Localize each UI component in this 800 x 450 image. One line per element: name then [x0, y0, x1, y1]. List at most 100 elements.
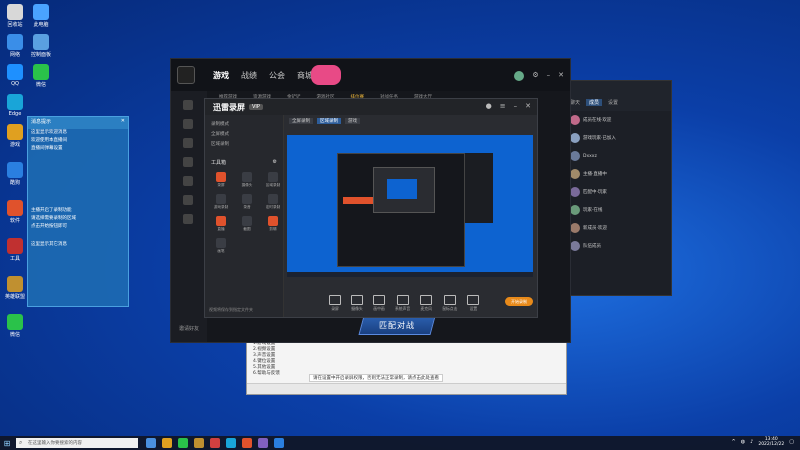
tool-button[interactable]: 剪辑 [263, 216, 283, 232]
tool-grid: 录屏 摄像头 区域录制游戏录制 录音 定时录制直播 截图 剪辑画笔 [205, 168, 283, 258]
sidebar-item[interactable] [183, 195, 193, 205]
invite-link[interactable]: 邀请好友 [179, 325, 199, 332]
desktop-icon[interactable]: 游戏 [2, 124, 28, 148]
start-match-button[interactable]: 匹配对战 [358, 316, 436, 335]
taskbar-app-icon[interactable] [226, 438, 236, 448]
tool-icon [216, 238, 226, 248]
list-item[interactable]: 主播·直播中 [567, 165, 671, 183]
settings-icon[interactable]: ⚙ [532, 71, 538, 81]
control-button[interactable]: 设置 [467, 295, 480, 312]
taskbar-app-icon[interactable] [210, 438, 220, 448]
list-item[interactable]: 玩家·在线 [567, 201, 671, 219]
desktop-icon[interactable]: 酷狗 [2, 162, 28, 186]
menu-icon[interactable]: ≡ [500, 102, 506, 110]
permission-notice[interactable]: 请在设置中开启录屏权限，否则无法正常录制，请点击此处查看 [309, 374, 443, 382]
sidebar-item[interactable] [183, 214, 193, 224]
close-icon[interactable]: ✕ [558, 71, 564, 81]
tool-button[interactable]: 区域录制 [263, 172, 283, 188]
desktop-icon[interactable]: 此电脑 [28, 4, 54, 28]
recorder-tab[interactable]: 游戏 [345, 118, 360, 124]
tool-label: 截图 [243, 227, 251, 231]
control-button[interactable]: 麦克风 [420, 295, 433, 312]
nav-item[interactable]: 游戏 [213, 70, 229, 81]
tool-button[interactable]: 定时录制 [263, 194, 283, 210]
list-item[interactable]: 6.帮助与反馈 [253, 371, 280, 377]
desktop-icon[interactable]: QQ [2, 64, 28, 87]
minimize-icon[interactable]: – [547, 71, 551, 81]
record-mode-item[interactable]: 全屏模式 [205, 129, 283, 139]
tab-2[interactable]: 设置 [608, 99, 618, 106]
settings-icon[interactable]: ⚙ [273, 159, 277, 166]
control-button[interactable]: 录屏 [329, 295, 341, 312]
promo-banner[interactable] [311, 65, 341, 85]
avatar[interactable]: ● [486, 102, 492, 110]
preview-panel [465, 153, 493, 223]
start-record-button[interactable]: 开始录制 [505, 297, 533, 306]
notification-icon[interactable]: ▢ [789, 439, 794, 445]
tool-button[interactable]: 游戏录制 [211, 194, 231, 210]
recorder-logo: 迅雷录屏 [213, 102, 245, 112]
tool-button[interactable]: 直播 [211, 216, 231, 232]
recorder-tab[interactable]: 全屏录制 [289, 118, 313, 124]
minimize-icon[interactable]: – [514, 102, 518, 110]
volume-icon[interactable]: ♪ [750, 439, 753, 445]
taskbar-app-icon[interactable] [162, 438, 172, 448]
taskbar-app-icon[interactable] [258, 438, 268, 448]
taskbar-app-icon[interactable] [146, 438, 156, 448]
network-icon[interactable]: ◍ [741, 439, 745, 445]
desktop-icon[interactable]: 微信 [2, 314, 28, 338]
avatar[interactable] [514, 71, 525, 81]
control-button[interactable]: 系统声音 [395, 295, 410, 312]
preview-taskbar [287, 272, 533, 277]
chevron-up-icon[interactable]: ^ [732, 439, 736, 445]
avatar [570, 151, 580, 161]
taskbar-app-icon[interactable] [194, 438, 204, 448]
sidebar-item[interactable] [183, 157, 193, 167]
clock[interactable]: 13:40 2022/12/22 [758, 437, 784, 447]
nav-item[interactable]: 公会 [269, 70, 285, 81]
control-button[interactable]: 画中画 [373, 295, 385, 312]
app-icon [33, 4, 49, 20]
list-item[interactable]: 新成员·欢迎 [567, 219, 671, 237]
list-item[interactable]: 匹配中·玩家 [567, 183, 671, 201]
desktop-icon[interactable]: 回收站 [2, 4, 28, 28]
sidebar-item[interactable] [183, 119, 193, 129]
tab-0[interactable]: 聊天 [570, 99, 580, 106]
close-icon[interactable]: ✕ [525, 102, 531, 110]
control-button[interactable]: 摄像头 [351, 295, 363, 312]
desktop-icon[interactable]: 工具 [2, 238, 28, 262]
record-mode-item[interactable]: 录制模式 [205, 119, 283, 129]
desktop-icon[interactable]: 控制面板 [28, 34, 54, 58]
desktop-icon[interactable]: Edge [2, 94, 28, 117]
sidebar-item[interactable] [183, 138, 193, 148]
taskbar-apps [146, 438, 284, 448]
tab-1[interactable]: 成员 [586, 99, 603, 106]
nav-item[interactable]: 战绩 [241, 70, 257, 81]
windows-start-icon[interactable]: ⊞ [0, 436, 14, 450]
desktop-icon-label: 网络 [9, 52, 20, 58]
desktop-icon[interactable]: 微信 [28, 64, 54, 88]
tool-button[interactable]: 录屏 [211, 172, 231, 188]
sidebar-item[interactable] [183, 100, 193, 110]
chat-line: 直播间弹幕设置 [31, 146, 63, 151]
control-button[interactable]: 鼠标点击 [442, 295, 457, 312]
list-item[interactable]: 游戏玩家·已加入 [567, 129, 671, 147]
taskbar-app-icon[interactable] [242, 438, 252, 448]
tool-button[interactable]: 录音 [237, 194, 257, 210]
tool-button[interactable]: 摄像头 [237, 172, 257, 188]
taskbar-app-icon[interactable] [274, 438, 284, 448]
list-item[interactable]: Dxxxz [567, 147, 671, 165]
list-item[interactable]: 队伍成员 [567, 237, 671, 255]
record-mode-item[interactable]: 区域录制 [205, 139, 283, 149]
recorder-tab[interactable]: 区域录制 [317, 118, 341, 124]
close-icon[interactable]: ✕ [121, 118, 125, 128]
desktop-icon[interactable]: 软件 [2, 200, 28, 224]
tool-button[interactable]: 截图 [237, 216, 257, 232]
desktop-icon[interactable]: 网络 [2, 34, 28, 58]
list-item[interactable]: 成员在线·欢迎 [567, 111, 671, 129]
taskbar-app-icon[interactable] [178, 438, 188, 448]
taskbar-search[interactable]: ⌕ 在这里输入你要搜索的内容 [16, 438, 138, 448]
desktop-icon[interactable]: 英雄联盟 [2, 276, 28, 300]
sidebar-item[interactable] [183, 176, 193, 186]
tool-button[interactable]: 画笔 [211, 238, 231, 254]
